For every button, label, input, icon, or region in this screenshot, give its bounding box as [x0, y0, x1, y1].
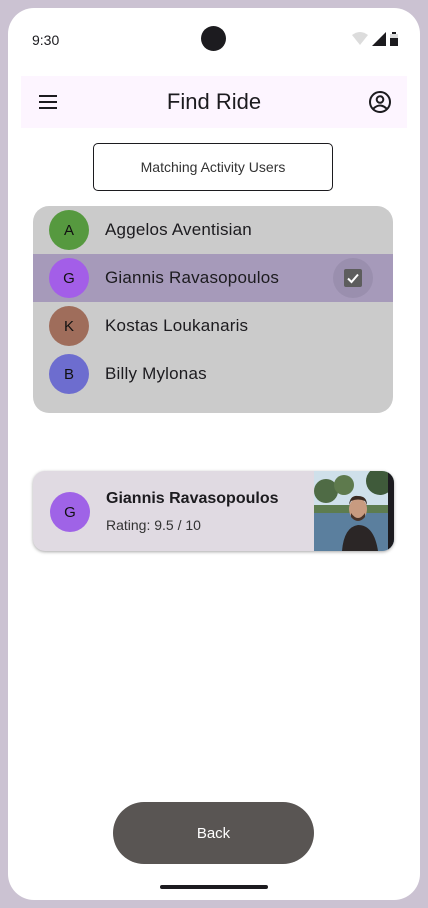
status-time: 9:30	[32, 32, 60, 48]
top-app-bar: Find Ride	[21, 76, 407, 128]
avatar: G	[49, 258, 89, 298]
wifi-icon	[352, 32, 368, 45]
avatar: K	[49, 306, 89, 346]
user-name: Billy Mylonas	[105, 364, 207, 383]
user-list: A Aggelos Aventisian G Giannis Ravasopou…	[33, 206, 393, 413]
selection-checkbox[interactable]	[333, 258, 373, 298]
page-title: Find Ride	[166, 89, 262, 114]
check-icon	[347, 273, 359, 284]
list-item[interactable]: K Kostas Loukanaris	[33, 302, 393, 350]
home-indicator[interactable]	[160, 885, 268, 889]
camera-cutout	[201, 26, 226, 51]
list-item[interactable]: B Billy Mylonas	[33, 350, 393, 398]
list-item[interactable]: G Giannis Ravasopoulos	[33, 254, 393, 302]
user-name: Aggelos Aventisian	[105, 220, 252, 239]
signal-icon	[372, 32, 386, 46]
user-name: Giannis Ravasopoulos	[105, 268, 280, 287]
list-item[interactable]: A Aggelos Aventisian	[33, 206, 393, 254]
matching-activity-users-button[interactable]: Matching Activity Users	[93, 143, 333, 191]
screen: 9:30 Find Ride Matching Activity Users A…	[8, 8, 420, 900]
card-user-name: Giannis Ravasopoulos	[106, 490, 279, 507]
checkbox-checked	[344, 269, 362, 287]
account-circle-icon[interactable]	[368, 90, 392, 114]
status-icons	[352, 32, 398, 46]
user-photo	[314, 471, 394, 551]
user-name: Kostas Loukanaris	[105, 316, 249, 335]
device-frame: 9:30 Find Ride Matching Activity Users A…	[0, 0, 428, 908]
selected-user-card[interactable]: G Giannis Ravasopoulos Rating: 9.5 / 10	[33, 471, 394, 551]
avatar: A	[49, 210, 89, 250]
avatar: G	[50, 492, 90, 532]
avatar: B	[49, 354, 89, 394]
battery-icon	[390, 32, 398, 46]
back-button[interactable]: Back	[113, 802, 314, 864]
card-rating: Rating: 9.5 / 10	[106, 517, 201, 533]
